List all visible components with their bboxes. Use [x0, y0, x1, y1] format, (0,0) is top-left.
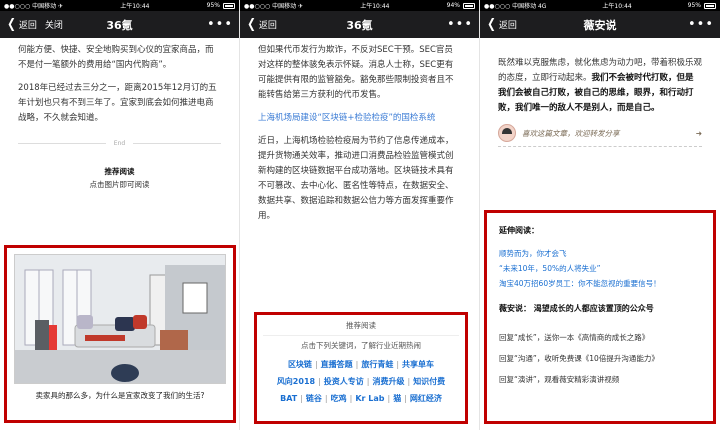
battery-icon — [703, 2, 716, 9]
close-button[interactable]: 关闭 — [45, 18, 63, 31]
phone-screen-1: ●●○○○ 中国移动 ✈ 上午10:44 95% ❮ 返回 关闭 36氪 ••• … — [0, 0, 240, 430]
phone-screen-2: ●●○○○ 中国移动 ✈ 上午10:44 94% ❮ 返回 36氪 ••• 但如果… — [240, 0, 480, 430]
motto-label: 薇安说： — [499, 304, 531, 313]
back-label: 返回 — [258, 21, 277, 31]
back-button[interactable]: ❮ 返回 — [486, 18, 517, 31]
keyword-link[interactable]: 链谷 — [306, 394, 322, 403]
image-caption[interactable]: 卖家具的那么多，为什么是宜家改变了我们的生活? — [14, 390, 226, 401]
carrier-label: ●●○○○ 中国移动 ✈ — [244, 3, 304, 10]
keyword-link[interactable]: 投资人专访 — [324, 377, 364, 386]
carrier-label: ●●○○○ 中国移动 ✈ — [4, 3, 64, 10]
keyword-link[interactable]: BAT — [280, 394, 297, 403]
reply-item: 回复“成长”，送你一本《高情商的成长之路》 — [499, 333, 650, 342]
back-button[interactable]: ❮ 返回 — [6, 18, 37, 31]
article-headline[interactable]: 上海机场局建设“区块链+检验检疫”的国检系统 — [258, 111, 461, 126]
recommend-subtitle: 点击下列关键词，了解行业近期热闹 — [301, 341, 421, 350]
keyword-link[interactable]: 消费升级 — [372, 377, 404, 386]
keyword-link[interactable]: 网红经济 — [410, 394, 442, 403]
battery-percent: 94% — [446, 2, 460, 9]
end-divider: End — [18, 136, 221, 151]
recommend-subtitle: 点击图片即可阅读 — [89, 180, 150, 189]
keyword-row: BAT | 链谷 | 吃鸡 | Kr Lab | 猫 | 网红经济 — [280, 394, 442, 403]
living-room-illustration — [15, 255, 225, 383]
paragraph: 近日，上海机场检验检疫局为节约了信息传递成本，提升货物通关效率，推动进口消费品检… — [258, 136, 454, 221]
reply-list: 回复“成长”，送你一本《高情商的成长之路》 回复“沟通”，收听免费课《10倍提升… — [499, 330, 701, 387]
highlight-box: 延伸阅读： 顺势而为，你才会飞 “未来10年，50%的人将失业” 淘宝40万招6… — [484, 210, 716, 424]
arrow-right-icon: ➜ — [695, 128, 702, 138]
extended-link[interactable]: 顺势而为，你才会飞 — [499, 246, 701, 261]
signature-text: 喜欢这篇文章，欢迎转发分享 — [522, 128, 620, 138]
keyword-link[interactable]: 猫 — [393, 394, 401, 403]
end-label: End — [113, 140, 126, 147]
recommend-title: 推荐阅读 — [104, 167, 135, 176]
keyword-link[interactable]: Kr Lab — [355, 394, 384, 403]
more-icon[interactable]: ••• — [688, 17, 714, 32]
avatar — [498, 124, 516, 142]
paragraph: 但如果代币发行为欺诈，不反对SEC干预。SEC官员对这样的整体骇免表示怀疑。消息… — [258, 45, 454, 100]
chevron-left-icon: ❮ — [247, 17, 256, 32]
paragraph: 2018年已经过去三分之一，距离2015年12月订的五年计划也只有不到三年了。宜… — [18, 83, 217, 123]
keyword-link[interactable]: 吃鸡 — [331, 394, 347, 403]
signature-banner: 喜欢这篇文章，欢迎转发分享 ➜ — [498, 124, 702, 147]
article-body: 何能方便、快捷、安全地购买到心仪的宜家商品，而不是付一笔额外的费用给“国内代购商… — [0, 38, 239, 191]
article-image[interactable] — [14, 254, 226, 384]
status-bar: ●●○○○ 中国移动 ✈ 上午10:44 95% — [0, 0, 239, 11]
back-button[interactable]: ❮ 返回 — [246, 18, 277, 31]
phone-screen-3: ●●○○○ 中国移动 4G 上午10:44 95% ❮ 返回 薇安说 ••• 既然… — [480, 0, 720, 430]
chevron-left-icon: ❮ — [487, 17, 496, 32]
paragraph: 既然难以克服焦虑，就化焦虑为动力吧，带着积极乐观的态度，立即行动起来。我们不会被… — [498, 56, 702, 116]
status-bar: ●●○○○ 中国移动 4G 上午10:44 95% — [480, 0, 720, 11]
keyword-row: 区块链 | 直播答题 | 旅行青蛙 | 共享单车 — [287, 360, 435, 369]
back-label: 返回 — [498, 21, 517, 31]
keyword-link[interactable]: 知识付费 — [413, 377, 445, 386]
battery-percent: 95% — [206, 2, 220, 9]
paragraph: 何能方便、快捷、安全地购买到心仪的宜家商品，而不是付一笔额外的费用给“国内代购商… — [18, 45, 214, 70]
more-icon[interactable]: ••• — [207, 17, 233, 32]
screenshot-collage: ●●○○○ 中国移动 ✈ 上午10:44 95% ❮ 返回 关闭 36氪 ••• … — [0, 0, 720, 430]
battery-icon — [222, 2, 235, 9]
keyword-link[interactable]: 旅行青蛙 — [361, 360, 393, 369]
article-body: 但如果代币发行为欺诈，不反对SEC干预。SEC官员对这样的整体骇免表示怀疑。消息… — [240, 38, 479, 224]
battery-icon — [462, 2, 475, 9]
keyword-link[interactable]: 区块链 — [288, 360, 312, 369]
highlight-box: 卖家具的那么多，为什么是宜家改变了我们的生活? — [4, 245, 236, 423]
more-icon[interactable]: ••• — [447, 17, 473, 32]
extended-reading-title: 延伸阅读： — [499, 226, 539, 235]
keyword-link[interactable]: 共享单车 — [402, 360, 434, 369]
article-body: 既然难以克服焦虑，就化焦虑为动力吧，带着积极乐观的态度，立即行动起来。我们不会被… — [480, 38, 720, 147]
back-label: 返回 — [18, 21, 37, 31]
status-bar: ●●○○○ 中国移动 ✈ 上午10:44 94% — [240, 0, 479, 11]
keyword-link[interactable]: 直播答题 — [321, 360, 353, 369]
keyword-link[interactable]: 风向2018 — [277, 377, 315, 386]
battery-percent: 95% — [687, 2, 701, 9]
reply-item: 回复“演讲”，观看薇安精彩演讲视频 — [499, 375, 620, 384]
time-label: 上午10:44 — [360, 3, 390, 10]
reply-item: 回复“沟通”，收听免费课《10倍提升沟通能力》 — [499, 354, 659, 363]
account-motto: 薇安说： 渴望成长的人都应该置顶的公众号 — [499, 301, 701, 316]
chevron-left-icon: ❮ — [7, 17, 16, 32]
nav-bar: ❮ 返回 关闭 36氪 ••• — [0, 11, 239, 38]
extended-link[interactable]: “未来10年，50%的人将失业” — [499, 261, 701, 276]
time-label: 上午10:44 — [120, 3, 150, 10]
highlight-box: 推荐阅读 点击下列关键词，了解行业近期热闹 区块链 | 直播答题 | 旅行青蛙 | 共享单车… — [254, 312, 468, 424]
nav-bar: ❮ 返回 薇安说 ••• — [480, 11, 720, 38]
nav-bar: ❮ 返回 36氪 ••• — [240, 11, 479, 38]
keyword-row: 风向2018 | 投资人专访 | 消费升级 | 知识付费 — [276, 377, 446, 386]
recommend-title: 推荐阅读 — [346, 321, 376, 330]
motto-text: 渴望成长的人都应该置顶的公众号 — [533, 304, 654, 313]
time-label: 上午10:44 — [602, 3, 632, 10]
extended-link[interactable]: 淘宝40万招60岁员工：你不能忽视的重要信号！ — [499, 276, 701, 291]
carrier-label: ●●○○○ 中国移动 4G — [484, 3, 547, 10]
